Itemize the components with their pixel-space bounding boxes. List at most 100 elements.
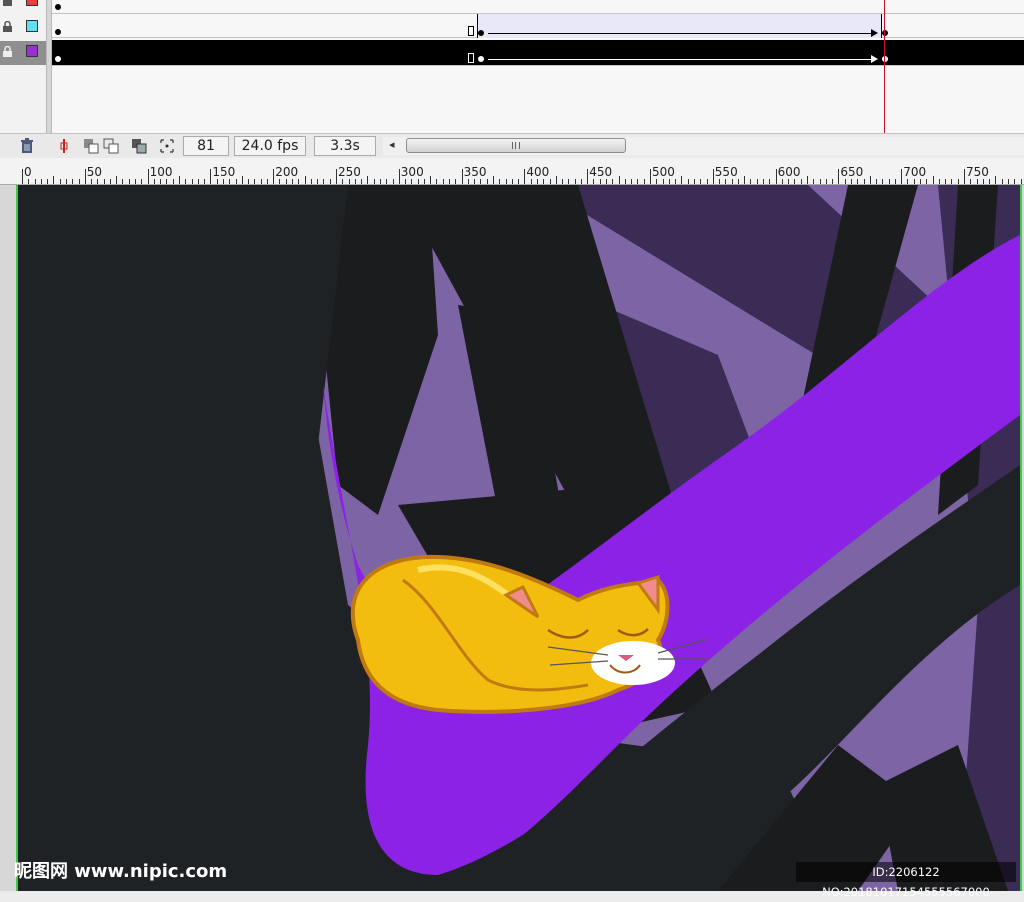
onion-outline-icon[interactable] xyxy=(102,137,120,155)
ruler-tick xyxy=(329,179,331,184)
scroll-thumb[interactable] xyxy=(406,138,626,153)
current-frame-field[interactable]: 81 xyxy=(183,136,229,156)
ruler-tick xyxy=(719,179,721,184)
ruler-tick xyxy=(536,179,538,184)
frame-end-marker[interactable] xyxy=(468,26,474,36)
ruler-label: 0 xyxy=(24,165,32,179)
ruler-tick xyxy=(505,179,507,184)
ruler-tick xyxy=(222,179,224,184)
ruler-tick xyxy=(34,179,36,184)
ruler-label: 500 xyxy=(652,165,675,179)
tween-arrowhead xyxy=(871,29,878,37)
ruler-tick xyxy=(210,169,212,184)
ruler-tick xyxy=(876,179,878,184)
ruler-tick xyxy=(926,179,928,184)
lock-icon[interactable] xyxy=(2,46,13,58)
ruler-tick xyxy=(668,179,670,184)
lock-icon[interactable] xyxy=(2,21,13,33)
ruler-tick xyxy=(882,179,884,184)
onion-skin-icon[interactable] xyxy=(82,137,100,155)
keyframe[interactable] xyxy=(55,29,61,35)
ruler-tick xyxy=(423,179,425,184)
ruler-tick xyxy=(273,169,275,184)
ruler-tick xyxy=(587,169,589,184)
keyframe[interactable] xyxy=(55,56,61,62)
ruler-tick xyxy=(91,179,93,184)
ruler-tick xyxy=(480,179,482,184)
layer-color-swatch[interactable] xyxy=(26,20,38,32)
ruler-tick xyxy=(989,179,991,184)
ruler-tick xyxy=(530,179,532,184)
layer-color-swatch[interactable] xyxy=(26,45,38,57)
elapsed-time-field[interactable]: 3.3s xyxy=(314,136,376,156)
ruler-tick xyxy=(298,179,300,184)
ruler-tick xyxy=(731,179,733,184)
ruler-tick xyxy=(417,179,419,184)
layer-row-1[interactable] xyxy=(0,0,46,14)
motion-tween-span[interactable] xyxy=(477,14,882,38)
ruler-tick xyxy=(706,179,708,184)
ruler-tick xyxy=(40,179,42,184)
keyframe[interactable] xyxy=(882,30,888,36)
keyframe[interactable] xyxy=(882,56,888,62)
scroll-left-arrow-icon[interactable]: ◂ xyxy=(389,138,395,151)
tween-arrow-line xyxy=(488,33,873,34)
frame-row-selected[interactable] xyxy=(52,40,1024,66)
site-watermark: 昵图网 www.nipic.com xyxy=(14,861,228,882)
ruler-tick xyxy=(863,179,865,184)
frame-end-marker[interactable] xyxy=(468,53,474,63)
ruler-tick xyxy=(549,179,551,184)
layer-row-3-selected[interactable] xyxy=(0,41,46,65)
keyframe[interactable] xyxy=(55,4,61,10)
playhead[interactable] xyxy=(884,0,885,133)
layer-color-swatch[interactable] xyxy=(26,0,38,6)
ruler-tick xyxy=(580,179,582,184)
layer-row-2[interactable] xyxy=(0,16,46,40)
ruler-label: 250 xyxy=(338,165,361,179)
trash-icon[interactable] xyxy=(18,137,36,155)
ruler-tick xyxy=(781,179,783,184)
ruler-tick xyxy=(725,179,727,184)
ruler-tick xyxy=(624,179,626,184)
ruler-tick xyxy=(857,179,859,184)
ruler-label: 550 xyxy=(714,165,738,179)
frame-row[interactable] xyxy=(52,0,1024,14)
ruler-tick xyxy=(235,179,237,184)
stage-canvas[interactable] xyxy=(18,185,1020,891)
edit-multiple-frames-icon[interactable] xyxy=(130,137,148,155)
ruler-label: 350 xyxy=(463,165,487,179)
frame-grid[interactable] xyxy=(52,0,1024,133)
center-frame-icon[interactable] xyxy=(55,137,73,155)
lock-icon[interactable] xyxy=(2,0,13,7)
keyframe[interactable] xyxy=(478,56,484,62)
ruler-tick xyxy=(807,176,808,184)
ruler-tick xyxy=(850,179,852,184)
ruler-tick xyxy=(141,179,143,184)
ruler-tick xyxy=(109,179,111,184)
image-id-watermark: ID:2206122 NO:20181017154555567000 xyxy=(796,862,1016,899)
ruler-tick xyxy=(216,179,218,184)
ruler-tick xyxy=(838,169,840,184)
keyframe[interactable] xyxy=(478,30,484,36)
ruler-tick xyxy=(693,179,695,184)
ruler-tick xyxy=(260,179,262,184)
onion-markers-icon[interactable] xyxy=(158,137,176,155)
ruler-tick xyxy=(907,179,909,184)
ruler-tick xyxy=(662,179,664,184)
ruler-tick xyxy=(574,179,576,184)
ruler-label: 400 xyxy=(526,165,550,179)
ruler-tick xyxy=(1014,179,1016,184)
ruler-tick xyxy=(775,169,777,184)
frame-rate-field[interactable]: 24.0 fps xyxy=(234,136,306,156)
ruler-tick xyxy=(599,179,601,184)
left-trunk xyxy=(18,185,358,891)
ruler-tick xyxy=(750,179,752,184)
ruler-tick xyxy=(982,179,984,184)
ruler-tick xyxy=(643,179,645,184)
ruler-tick xyxy=(22,169,23,184)
ruler-tick xyxy=(166,179,168,184)
layer-list xyxy=(0,0,46,133)
ruler-tick xyxy=(392,179,394,184)
ruler-tick xyxy=(951,179,953,184)
frame-row[interactable] xyxy=(52,14,1024,38)
